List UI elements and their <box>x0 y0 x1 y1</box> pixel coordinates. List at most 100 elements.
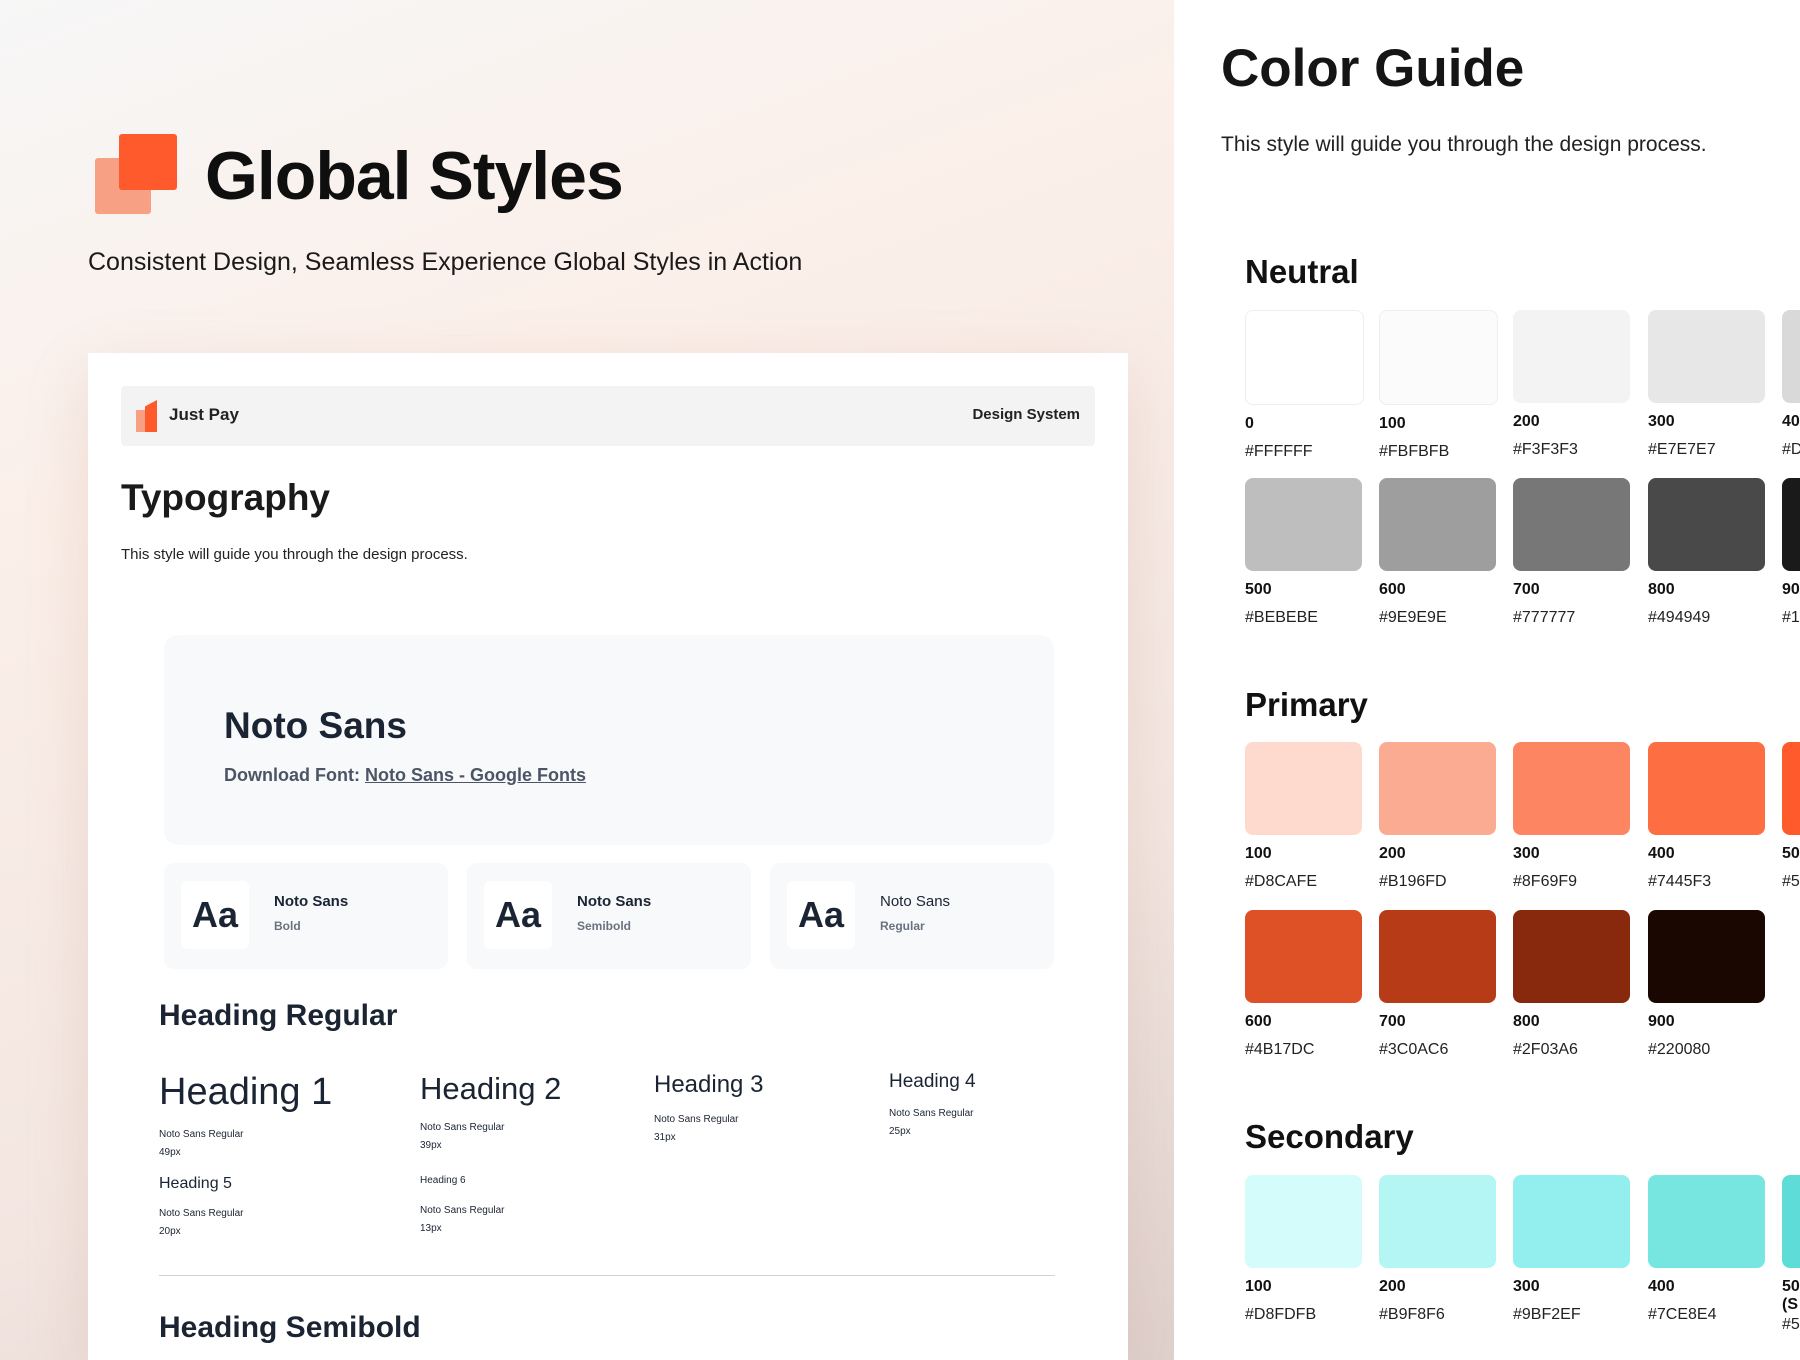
color-name: 700 <box>1513 581 1540 598</box>
color-swatch[interactable]: 0 #FFFFFF <box>1245 310 1364 461</box>
heading-semibold-title: Heading Semibold <box>159 1311 421 1344</box>
color-hex: #D <box>1782 441 1800 458</box>
heading-5-spec: Heading 5 Noto Sans Regular 20px <box>159 1175 244 1241</box>
color-chip <box>1245 310 1364 405</box>
color-guide-panel: Color Guide This style will guide you th… <box>1174 0 1800 1360</box>
color-chip <box>1513 478 1630 571</box>
heading-size: 31px <box>654 1132 676 1143</box>
color-swatch[interactable]: 100 #FBFBFB <box>1379 310 1498 461</box>
color-swatch[interactable]: 100 #D8CAFE <box>1245 742 1362 891</box>
color-chip <box>1245 478 1362 571</box>
color-swatch[interactable]: 700 #3C0AC6 <box>1379 910 1496 1059</box>
color-swatch[interactable]: 40 #D <box>1782 310 1800 459</box>
weight-card-semibold: Aa Noto Sans Semibold <box>467 863 751 969</box>
weight-label: Semibold <box>577 919 632 933</box>
color-name: 40 <box>1782 413 1800 430</box>
color-swatch[interactable]: 300 #E7E7E7 <box>1648 310 1765 459</box>
heading-6-sample: Heading 6 <box>420 1175 466 1186</box>
weight-font-name: Noto Sans <box>880 893 951 910</box>
color-chip <box>1782 742 1800 835</box>
font-name: Noto Sans <box>224 705 407 746</box>
color-swatch[interactable]: 400 #7445F3 <box>1648 742 1765 891</box>
download-label: Download Font: <box>224 765 360 785</box>
primary-title: Primary <box>1245 686 1368 723</box>
color-swatch[interactable]: 200 #B196FD <box>1379 742 1496 891</box>
font-download: Download Font: Noto Sans - Google Fonts <box>224 765 586 786</box>
heading-font: Noto Sans Regular <box>420 1122 505 1133</box>
left-panel: Global Styles Consistent Design, Seamles… <box>0 0 1174 1360</box>
color-swatch[interactable]: 300 #9BF2EF <box>1513 1175 1630 1324</box>
color-swatch[interactable]: 900 #220080 <box>1648 910 1765 1059</box>
color-name: 300 <box>1513 1278 1540 1295</box>
color-name: 700 <box>1379 1013 1406 1030</box>
color-swatch[interactable]: 400 #7CE8E4 <box>1648 1175 1765 1324</box>
color-name: 500 <box>1245 581 1272 598</box>
heading-size: 20px <box>159 1226 181 1237</box>
heading-font: Noto Sans Regular <box>420 1205 505 1216</box>
color-name: 300 <box>1513 845 1540 862</box>
color-name: 800 <box>1513 1013 1540 1030</box>
color-swatch[interactable]: 90 #1 <box>1782 478 1800 627</box>
color-hex: #5 <box>1782 1316 1800 1333</box>
font-sample: Aa <box>787 881 855 949</box>
color-swatch[interactable]: 100 #D8FDFB <box>1245 1175 1362 1324</box>
heading-6-spec: Heading 6 Noto Sans Regular 13px <box>420 1175 505 1238</box>
color-name: 600 <box>1379 581 1406 598</box>
color-name: 100 <box>1379 415 1406 432</box>
color-chip <box>1648 742 1765 835</box>
section-divider <box>159 1275 1055 1276</box>
color-swatch[interactable]: 50 (S #5 <box>1782 1175 1800 1334</box>
color-swatch[interactable]: 200 #B9F8F6 <box>1379 1175 1496 1324</box>
color-hex: #BEBEBE <box>1245 609 1318 626</box>
color-chip <box>1648 310 1765 403</box>
color-swatch[interactable]: 700 #777777 <box>1513 478 1630 627</box>
color-name: 90 <box>1782 581 1800 598</box>
global-styles-logo <box>95 134 177 214</box>
design-system-label[interactable]: Design System <box>972 406 1080 423</box>
color-swatch[interactable]: 500 #BEBEBE <box>1245 478 1362 627</box>
color-swatch[interactable]: 600 #9E9E9E <box>1379 478 1496 627</box>
color-name: 200 <box>1379 845 1406 862</box>
color-chip <box>1782 478 1800 571</box>
color-name: 400 <box>1648 845 1675 862</box>
typography-title: Typography <box>121 477 330 518</box>
color-chip <box>1782 310 1800 403</box>
color-swatch[interactable]: 200 #F3F3F3 <box>1513 310 1630 459</box>
weight-label: Bold <box>274 919 301 933</box>
heading-3-spec: Heading 3 Noto Sans Regular 31px <box>654 1071 763 1147</box>
heading-font: Noto Sans Regular <box>159 1129 244 1140</box>
color-chip <box>1513 742 1630 835</box>
color-swatch[interactable]: 800 #494949 <box>1648 478 1765 627</box>
heading-2-spec: Heading 2 Noto Sans Regular 39px <box>420 1071 561 1155</box>
secondary-title: Secondary <box>1245 1118 1414 1155</box>
color-hex: #B9F8F6 <box>1379 1306 1445 1323</box>
color-name: 800 <box>1648 581 1675 598</box>
color-swatch[interactable]: 600 #4B17DC <box>1245 910 1362 1059</box>
font-sample: Aa <box>181 881 249 949</box>
color-hex: #4B17DC <box>1245 1041 1315 1058</box>
color-name: 100 <box>1245 1278 1272 1295</box>
neutral-title: Neutral <box>1245 253 1359 290</box>
color-swatch[interactable]: 800 #2F03A6 <box>1513 910 1630 1059</box>
color-swatch[interactable]: 50 #5 <box>1782 742 1800 891</box>
weight-font-name: Noto Sans <box>577 893 652 910</box>
heading-size: 13px <box>420 1223 442 1234</box>
font-sample: Aa <box>484 881 552 949</box>
color-chip <box>1379 910 1496 1003</box>
weight-card-regular: Aa Noto Sans Regular <box>770 863 1054 969</box>
download-font-link[interactable]: Noto Sans - Google Fonts <box>365 765 586 785</box>
heading-font: Noto Sans Regular <box>159 1208 244 1219</box>
color-name: 300 <box>1648 413 1675 430</box>
color-hex: #9E9E9E <box>1379 609 1447 626</box>
color-swatch[interactable]: 300 #8F69F9 <box>1513 742 1630 891</box>
heading-size: 25px <box>889 1126 911 1137</box>
color-chip <box>1648 478 1765 571</box>
heading-3-sample: Heading 3 <box>654 1071 764 1098</box>
color-hex: #2F03A6 <box>1513 1041 1578 1058</box>
color-name: 0 <box>1245 415 1254 432</box>
color-hex: #1 <box>1782 609 1800 626</box>
brand-name: Just Pay <box>169 405 239 424</box>
color-chip <box>1245 742 1362 835</box>
weight-card-bold: Aa Noto Sans Bold <box>164 863 448 969</box>
heading-1-sample: Heading 1 <box>159 1071 333 1113</box>
